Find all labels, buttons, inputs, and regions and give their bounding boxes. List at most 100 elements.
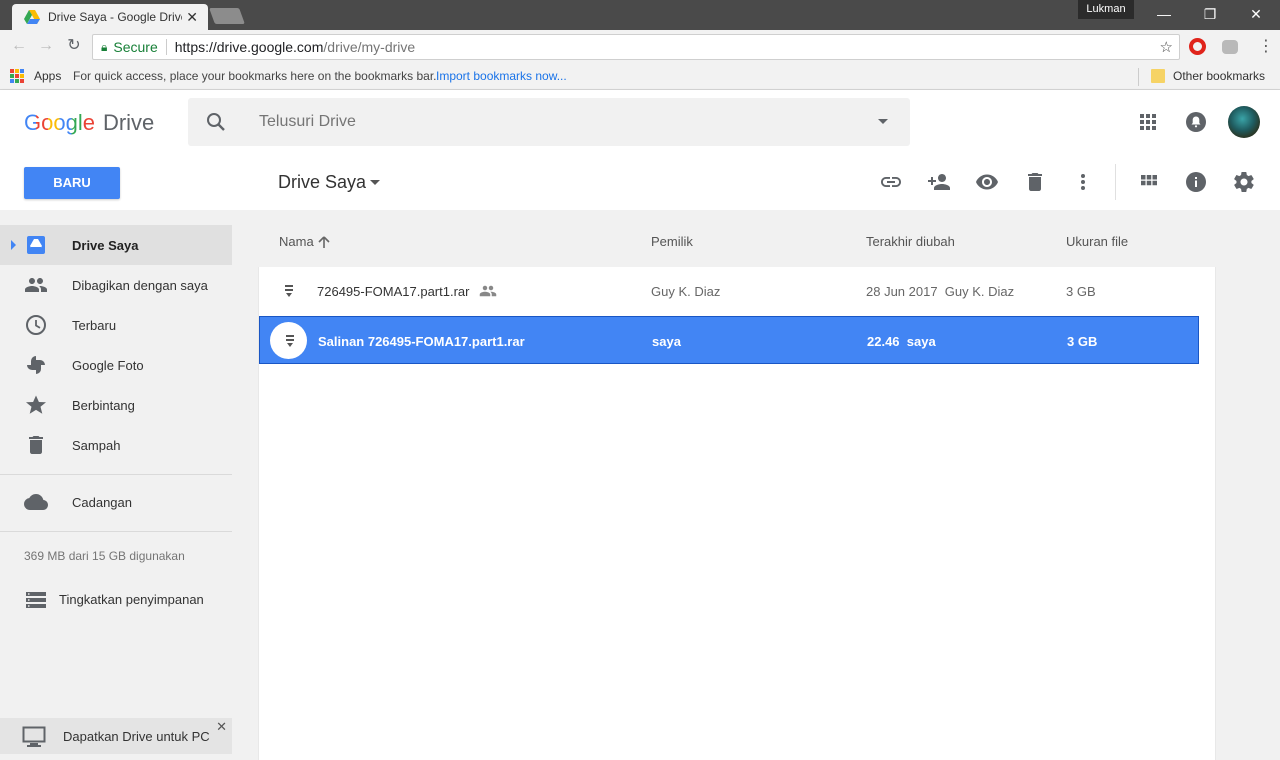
storage-icon — [26, 592, 46, 608]
extension-icon[interactable] — [1222, 40, 1238, 54]
reload-icon[interactable]: ↻ — [63, 35, 85, 57]
sidebar-item-shared-with-me[interactable]: Dibagikan dengan saya — [0, 265, 232, 305]
share-add-person-icon[interactable] — [927, 170, 951, 194]
sidebar-item-label: Dibagikan dengan saya — [72, 278, 208, 293]
sidebar-item-label: Terbaru — [72, 318, 117, 333]
address-bar[interactable]: 🔒︎ Secure https://drive.google.com/drive… — [92, 34, 1180, 60]
sidebar-item-google-photos[interactable]: Google Foto — [0, 345, 232, 385]
browser-titlebar: Drive Saya - Google Drive ✕ Lukman — ❐ ✕ — [0, 0, 1280, 30]
new-tab-button[interactable] — [209, 8, 245, 24]
tab-close-icon[interactable]: ✕ — [186, 9, 198, 26]
drive-header: Google Drive Telusuri Drive BARU Drive Sa… — [0, 90, 1280, 210]
browser-toolbar: ← → ↻ 🔒︎ Secure https://drive.google.com… — [0, 30, 1280, 64]
upgrade-storage-link[interactable]: Tingkatkan penyimpanan — [24, 588, 234, 612]
other-bookmarks[interactable]: Other bookmarks — [1173, 69, 1265, 83]
sidebar-item-label: Cadangan — [72, 495, 132, 510]
restore-icon[interactable]: ❐ — [1187, 0, 1233, 28]
promo-close-icon[interactable]: ✕ — [216, 719, 227, 735]
upgrade-storage-label: Tingkatkan penyimpanan — [59, 592, 204, 607]
import-bookmarks-link[interactable]: Import bookmarks now... — [436, 69, 567, 83]
new-button[interactable]: BARU — [24, 167, 120, 199]
url-host: https://drive.google.com — [174, 39, 324, 55]
search-icon — [207, 113, 225, 131]
opera-extension-icon[interactable] — [1189, 38, 1206, 55]
bookmarks-hint: For quick access, place your bookmarks h… — [73, 69, 437, 83]
file-name: 726495-FOMA17.part1.rar — [317, 284, 470, 299]
sort-ascending-icon[interactable] — [317, 235, 331, 249]
sidebar-item-starred[interactable]: Berbintang — [0, 385, 232, 425]
search-box[interactable]: Telusuri Drive — [188, 98, 910, 146]
preview-eye-icon[interactable] — [975, 170, 999, 194]
table-row-selected[interactable]: Salinan 726495-FOMA17.part1.rar saya 22.… — [259, 316, 1199, 364]
sidebar-item-recent[interactable]: Terbaru — [0, 305, 232, 345]
sidebar-item-label: Drive Saya — [72, 238, 139, 253]
file-name: Salinan 726495-FOMA17.part1.rar — [318, 334, 525, 349]
window-close-icon[interactable]: ✕ — [1233, 0, 1279, 28]
file-list: 726495-FOMA17.part1.rar Guy K. Diaz 28 J… — [258, 267, 1216, 760]
search-options-icon[interactable] — [878, 119, 888, 124]
column-owner-header[interactable]: Pemilik — [651, 234, 693, 249]
column-name-label: Nama — [279, 234, 314, 249]
omnibox-separator — [165, 39, 167, 55]
back-icon[interactable]: ← — [8, 35, 30, 57]
apps-link[interactable]: Apps — [34, 69, 61, 83]
sidebar: Drive Saya Dibagikan dengan saya Terbaru… — [0, 210, 258, 760]
sidebar-item-my-drive[interactable]: Drive Saya — [0, 225, 232, 265]
browser-tab[interactable]: Drive Saya - Google Drive ✕ — [12, 4, 208, 30]
my-drive-icon — [27, 236, 45, 254]
bookmarks-divider — [1138, 68, 1139, 86]
expand-arrow-icon[interactable] — [11, 240, 16, 250]
sidebar-item-backups[interactable]: Cadangan — [0, 482, 232, 522]
file-modified: 22.46 saya — [867, 334, 936, 349]
sidebar-item-label: Berbintang — [72, 398, 135, 413]
account-avatar[interactable] — [1228, 106, 1260, 138]
lock-icon: 🔒︎ — [101, 39, 108, 54]
column-name-header[interactable]: Nama — [279, 234, 331, 249]
settings-gear-icon[interactable] — [1232, 170, 1256, 194]
grid-view-icon[interactable] — [1137, 170, 1161, 194]
apps-grid-icon[interactable] — [10, 69, 24, 83]
file-owner: saya — [652, 334, 681, 349]
tab-title: Drive Saya - Google Drive — [48, 10, 182, 24]
notifications-icon[interactable] — [1184, 110, 1208, 134]
delete-trash-icon[interactable] — [1023, 170, 1047, 194]
cloud-icon — [24, 494, 48, 510]
chrome-menu-icon[interactable]: ⋮ — [1258, 36, 1274, 56]
archive-file-icon — [286, 335, 294, 347]
trash-icon — [29, 436, 43, 454]
file-size: 3 GB — [1067, 334, 1098, 349]
file-list-header: Nama Pemilik Terakhir diubah Ukuran file — [258, 210, 1218, 267]
minimize-icon[interactable]: — — [1141, 0, 1187, 28]
google-drive-favicon-icon — [24, 10, 40, 24]
forward-icon[interactable]: → — [35, 35, 57, 57]
more-actions-icon[interactable] — [1071, 170, 1095, 194]
clock-icon — [26, 315, 46, 335]
get-link-icon[interactable] — [879, 170, 903, 194]
pinwheel-photos-icon — [27, 356, 45, 374]
google-apps-icon[interactable] — [1136, 110, 1160, 134]
sidebar-item-trash[interactable]: Sampah — [0, 425, 232, 465]
sidebar-divider — [0, 531, 232, 532]
column-size-header[interactable]: Ukuran file — [1066, 234, 1128, 249]
logo-google: Google — [24, 110, 95, 135]
drive-logo[interactable]: Google Drive — [24, 110, 154, 136]
promo-label: Dapatkan Drive untuk PC — [63, 729, 210, 744]
current-folder-title[interactable]: Drive Saya — [278, 172, 366, 193]
search-input[interactable]: Telusuri Drive — [259, 113, 356, 131]
sidebar-item-label: Sampah — [72, 438, 121, 453]
bookmarks-bar: Apps For quick access, place your bookma… — [0, 64, 1280, 90]
file-modified: 28 Jun 2017 Guy K. Diaz — [866, 284, 1015, 299]
details-info-icon[interactable] — [1184, 170, 1208, 194]
people-icon — [25, 278, 47, 292]
folder-icon — [1151, 69, 1165, 83]
profile-name[interactable]: Lukman — [1078, 0, 1134, 19]
logo-drive: Drive — [102, 110, 155, 135]
bookmark-star-icon[interactable]: ☆ — [1160, 38, 1173, 56]
table-row[interactable]: 726495-FOMA17.part1.rar Guy K. Diaz 28 J… — [259, 267, 1199, 315]
secure-label: Secure — [113, 39, 158, 55]
sidebar-divider — [0, 474, 232, 475]
computer-monitor-icon — [22, 726, 46, 747]
get-drive-for-pc-promo[interactable]: Dapatkan Drive untuk PC ✕ — [0, 718, 232, 754]
column-modified-header[interactable]: Terakhir diubah — [866, 234, 955, 249]
folder-menu-icon[interactable] — [370, 180, 380, 185]
